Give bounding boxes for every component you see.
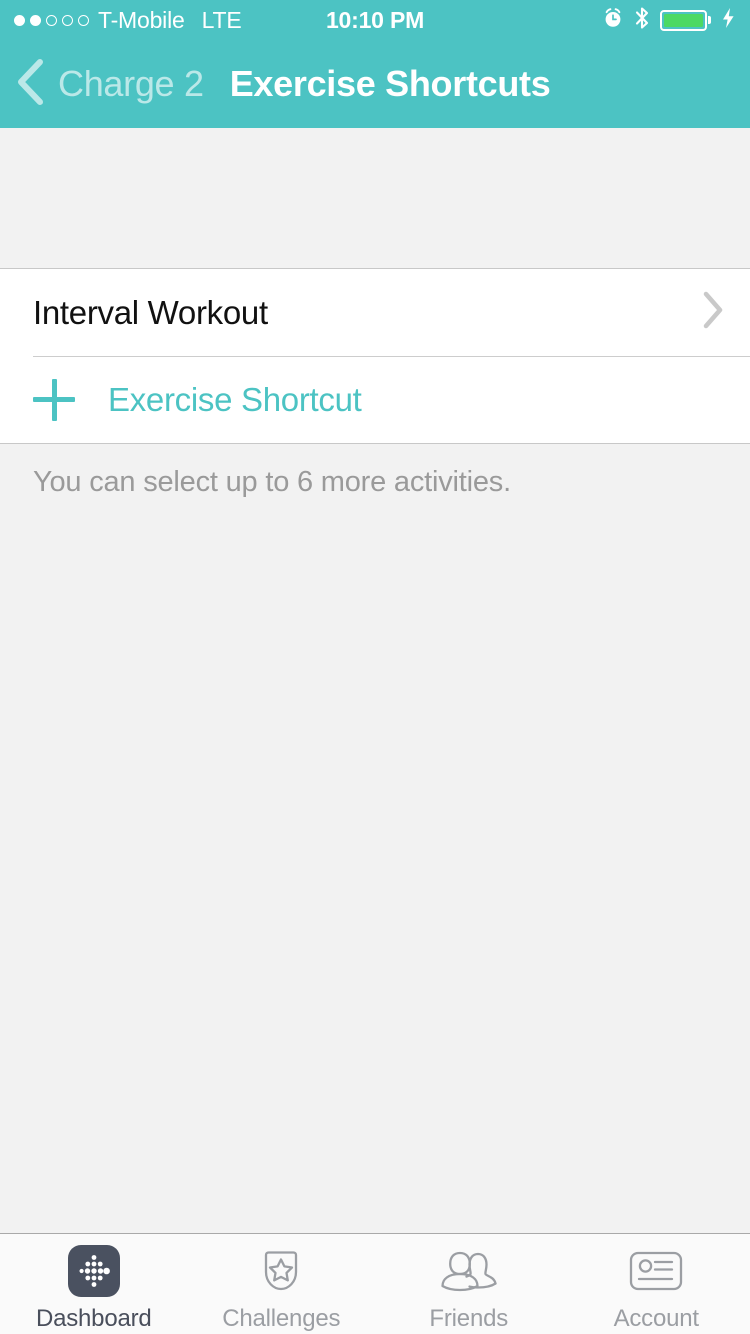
tab-friends[interactable]: Friends [375,1244,563,1333]
main-content: Interval Workout Exercise Shortcut You c… [0,128,750,1233]
battery-body [659,9,707,31]
tab-challenges[interactable]: Challenges [188,1244,376,1333]
tab-bar: Dashboard Challenges Friends Account [0,1233,750,1334]
two-people-icon [438,1244,500,1298]
signal-strength-dots [14,14,89,26]
tab-dashboard[interactable]: Dashboard [0,1244,188,1333]
bluetooth-icon [634,6,650,35]
shortcuts-list: Interval Workout Exercise Shortcut [0,268,750,444]
add-exercise-shortcut-button[interactable]: Exercise Shortcut [0,356,750,443]
header: T-Mobile LTE 10:10 PM Charge 2 Exercise … [0,0,750,128]
back-button-label: Charge 2 [58,63,204,104]
battery-icon [659,9,711,31]
signal-dot-empty [62,14,73,26]
charging-bolt-icon [721,7,736,34]
status-bar-left: T-Mobile LTE [14,6,242,34]
tab-challenges-label: Challenges [222,1305,341,1332]
list-item-label: Interval Workout [33,293,268,331]
battery-fill [663,13,703,27]
fitbit-logo-tile [67,1245,120,1297]
top-spacer [0,128,750,268]
status-bar: T-Mobile LTE 10:10 PM [0,0,750,40]
network-type: LTE [201,6,242,33]
fitbit-dots-logo-icon [67,1244,120,1298]
tab-account-label: Account [613,1305,700,1332]
nav-bar: Charge 2 Exercise Shortcuts [0,40,750,128]
status-bar-right [602,6,737,35]
chevron-right-icon [700,289,726,336]
battery-cap [708,16,711,24]
signal-dot-filled [14,14,25,26]
signal-dot-filled [30,14,41,26]
alarm-clock-icon [602,7,624,34]
carrier-name: T-Mobile [98,6,185,33]
id-card-icon [627,1244,685,1298]
tab-friends-label: Friends [429,1305,509,1332]
plus-icon [33,378,75,421]
footnote-text: You can select up to 6 more activities. [33,466,511,498]
tab-account[interactable]: Account [563,1244,750,1333]
tab-dashboard-label: Dashboard [35,1305,152,1332]
app-screen: T-Mobile LTE 10:10 PM Charge 2 Exercise … [0,0,750,1334]
signal-dot-empty [78,14,89,26]
shield-star-icon [255,1244,307,1298]
list-item-interval-workout[interactable]: Interval Workout [0,269,750,356]
add-exercise-shortcut-label: Exercise Shortcut [108,380,362,418]
back-button[interactable]: Charge 2 [14,57,204,112]
signal-dot-empty [46,14,57,26]
page-title: Exercise Shortcuts [229,63,551,104]
chevron-left-icon [14,57,48,112]
